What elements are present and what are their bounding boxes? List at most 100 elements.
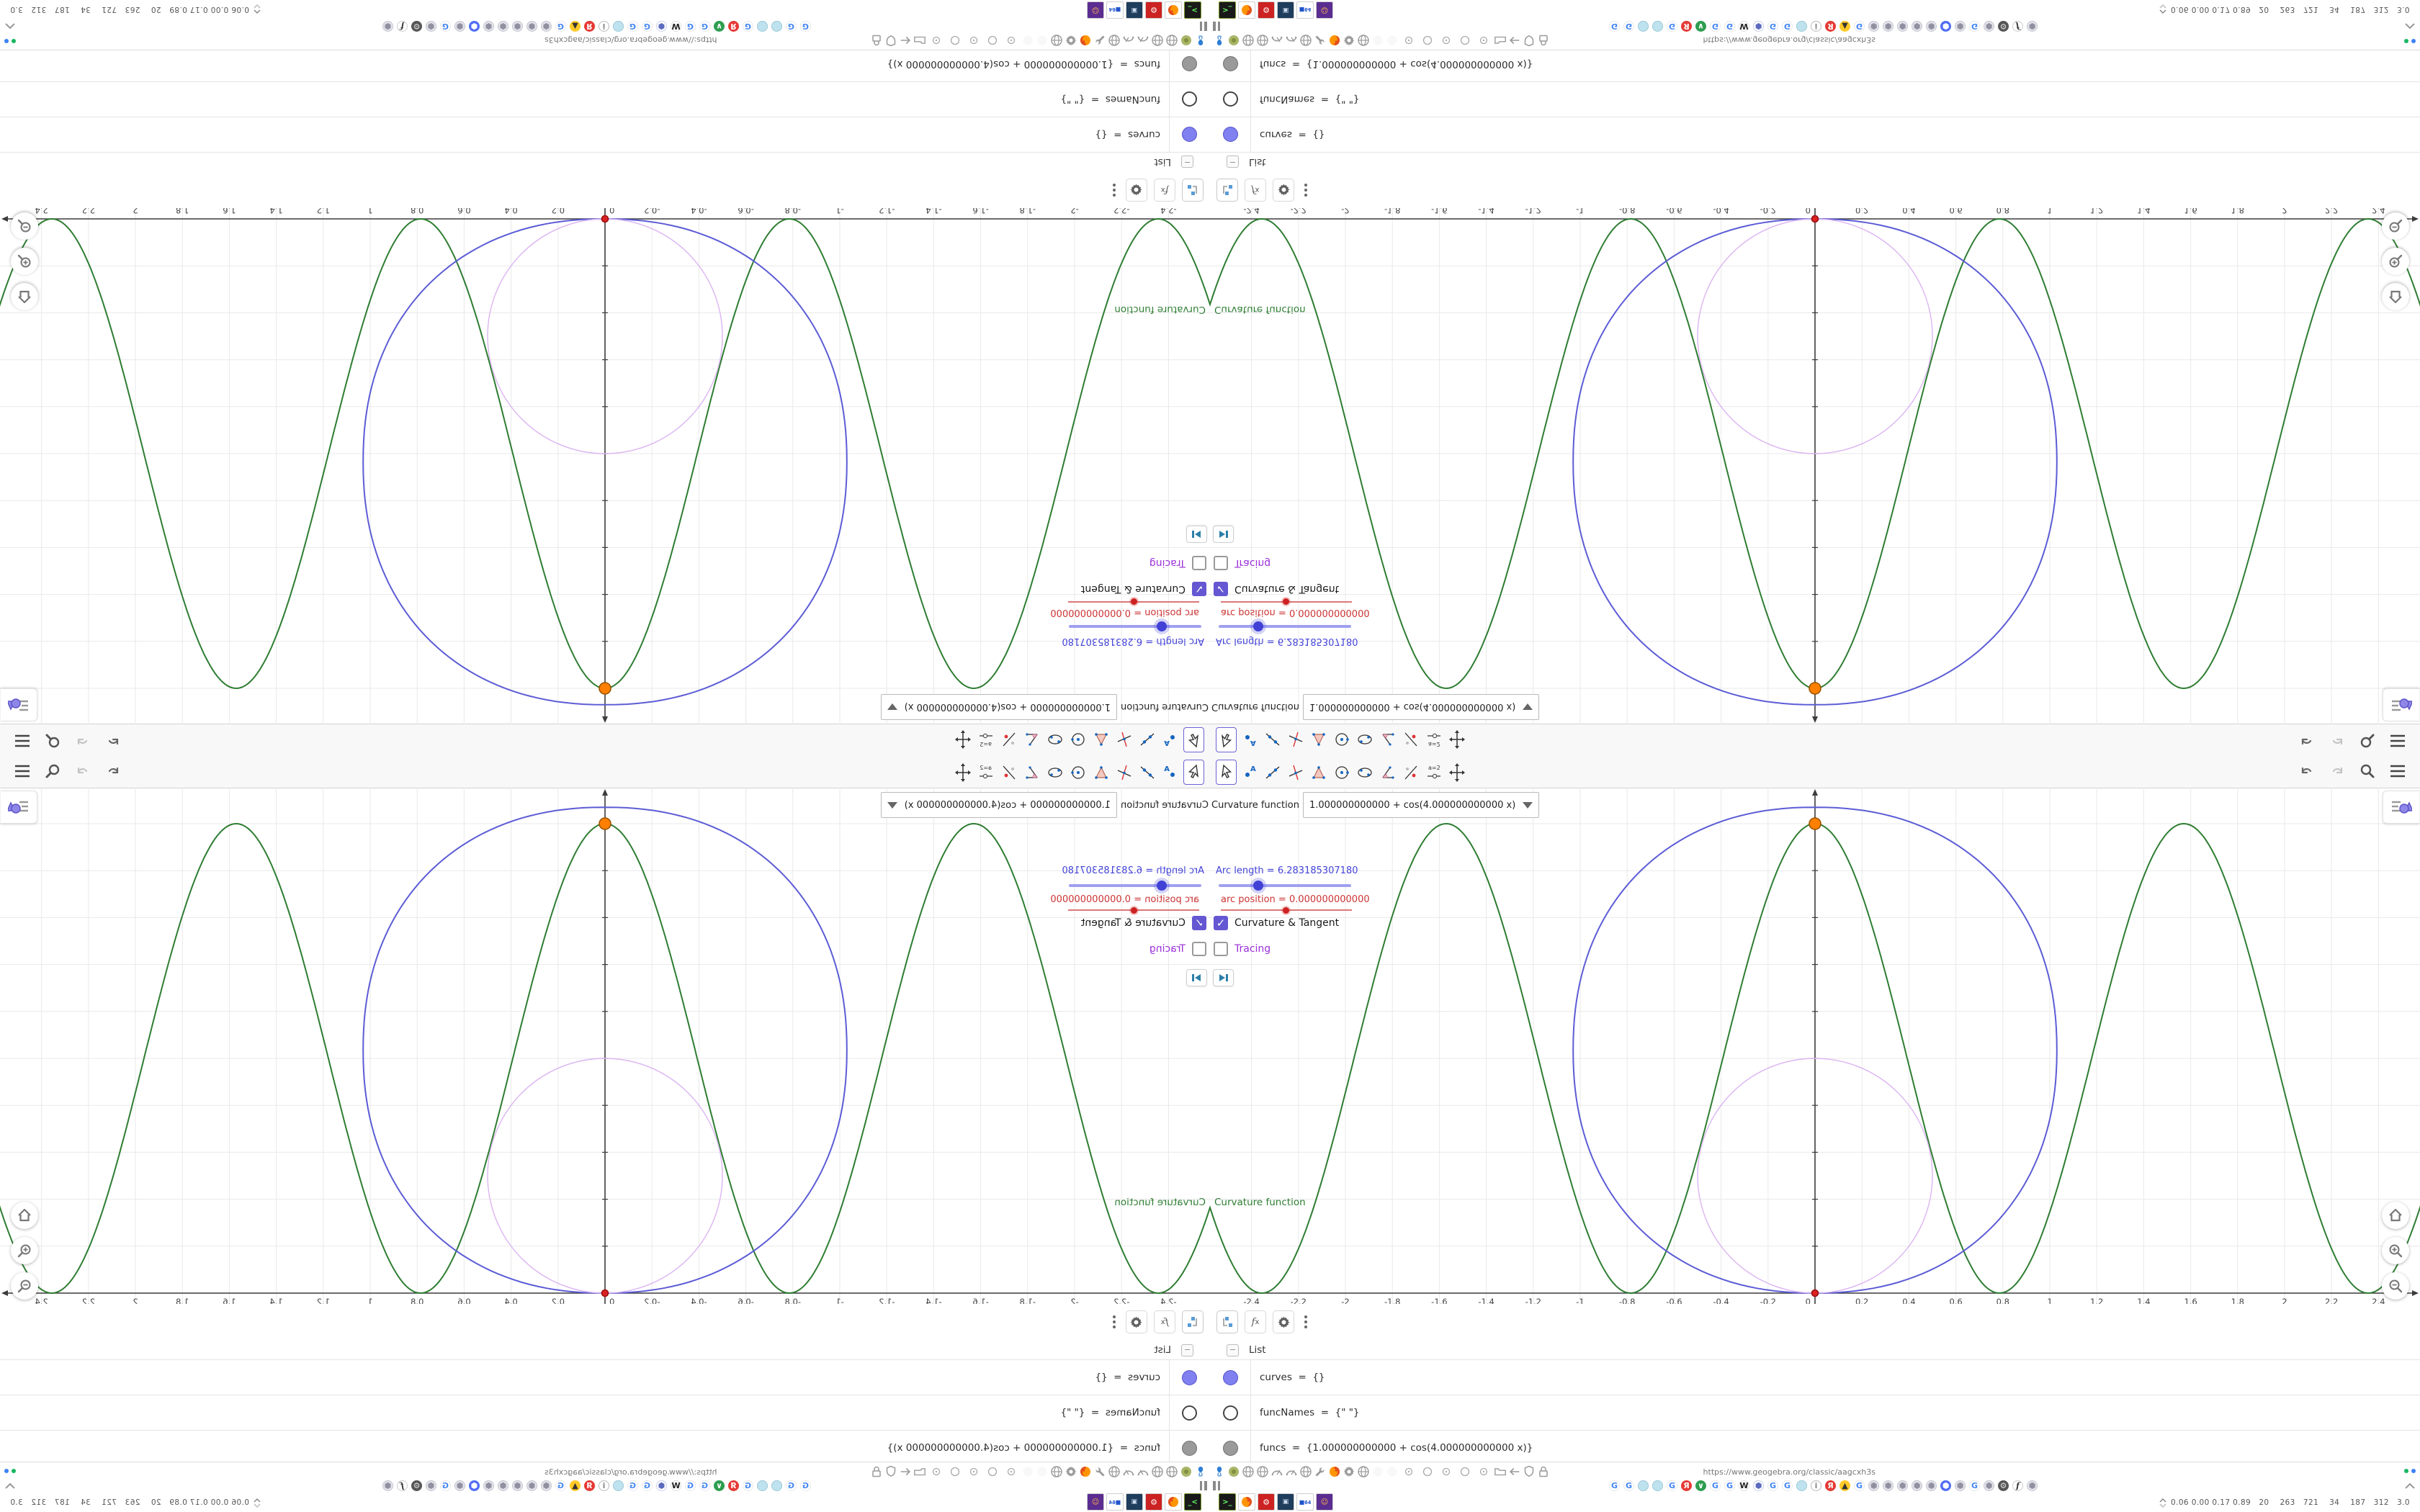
tab-favicon-yandex[interactable]: Я	[584, 21, 595, 32]
tab-favicon-sphere[interactable]	[771, 21, 782, 32]
ghost-icon[interactable]	[1036, 34, 1049, 47]
undo-button[interactable]	[2298, 762, 2316, 780]
algebra-descriptions-button[interactable]	[1182, 1310, 1204, 1333]
taskbar-app-purple-app[interactable]: ☺	[1316, 1493, 1333, 1511]
tab-favicon-ggb-gray[interactable]: ⬢	[1897, 21, 1908, 32]
move-tool[interactable]	[1216, 760, 1237, 785]
slider-knob[interactable]	[1283, 598, 1289, 605]
home-button[interactable]	[2382, 1202, 2409, 1229]
algebra-row[interactable]: funcNames = {" "}	[0, 1395, 1210, 1430]
tab-favicon-google[interactable]: G	[1724, 1480, 1735, 1491]
zoom-out-button[interactable]	[2382, 212, 2409, 240]
line-tool[interactable]	[1137, 727, 1158, 752]
taskbar-app-purple-app[interactable]: ☺	[1316, 1, 1333, 19]
folder-icon[interactable]	[913, 34, 926, 47]
tab-favicon-yandex[interactable]: Я	[1681, 1480, 1692, 1491]
move-tool[interactable]	[1183, 727, 1204, 752]
globe-icon[interactable]	[1108, 34, 1121, 47]
zoom-in-button[interactable]	[2382, 1237, 2409, 1264]
globe-icon[interactable]	[1108, 1465, 1121, 1478]
dot-circle-icon[interactable]	[967, 34, 980, 47]
tab-favicon-green-check[interactable]: ∨	[714, 21, 725, 32]
function-tools-button[interactable]: fx	[1154, 179, 1175, 202]
tab-favicon-google[interactable]: G	[440, 1480, 451, 1491]
search-icon[interactable]	[2358, 732, 2377, 750]
tab-favicon-photos[interactable]: ▲	[570, 21, 581, 32]
tab-favicon-ggb-gray[interactable]: ⬢	[1912, 1480, 1922, 1491]
home-button[interactable]	[2382, 283, 2409, 310]
tab-favicon-ggb-gray[interactable]: ⬢	[2027, 21, 2038, 32]
reflect-tool[interactable]	[1400, 760, 1421, 785]
tab-favicon-google[interactable]: G	[800, 1480, 811, 1491]
slider-knob[interactable]	[1253, 881, 1263, 891]
ghost-icon[interactable]	[1021, 1465, 1034, 1478]
lock-icon[interactable]	[870, 34, 883, 47]
globe-icon[interactable]	[1050, 34, 1063, 47]
arc-length-slider[interactable]	[1219, 881, 1351, 891]
function-dropdown[interactable]: 1.000000000000 + cos(4.000000000000 x)	[1302, 694, 1540, 720]
tab-favicon-ggb-gray[interactable]: ⬢	[1883, 1480, 1894, 1491]
tab-favicon-sphere[interactable]	[1796, 21, 1807, 32]
pause-icon[interactable]	[1213, 22, 1220, 31]
shield-icon[interactable]	[1523, 1465, 1536, 1478]
tab-favicon-ggb-gray[interactable]: ⬢	[1955, 21, 1966, 32]
tab-favicon-green-check[interactable]: ∨	[714, 1480, 725, 1491]
curvature-tangent-checkbox[interactable]: ✓	[1214, 916, 1228, 930]
wrench-icon[interactable]	[1093, 34, 1106, 47]
balloon-icon[interactable]	[1194, 1465, 1207, 1478]
tab-favicon-ggb-gray[interactable]: ⬢	[512, 21, 523, 32]
tab-favicon-gear-dark[interactable]: ⚙	[411, 1480, 422, 1491]
tab-favicon-ggb-gray[interactable]: ⬢	[526, 1480, 537, 1491]
address-bar-url[interactable]: https://www.geogebra.org/classic/aagcxh3…	[1703, 1467, 1876, 1477]
slider-knob[interactable]	[1283, 907, 1289, 914]
tab-favicon-google[interactable]: G	[1969, 21, 1980, 32]
tab-favicon-ggb-gray[interactable]: ⬢	[1883, 21, 1894, 32]
home-button[interactable]	[11, 1202, 38, 1229]
address-bar-url[interactable]: https://www.geogebra.org/classic/aagcxh3…	[1703, 35, 1876, 45]
tab-favicon-google[interactable]: G	[627, 1480, 638, 1491]
tab-favicon-google[interactable]: G	[1710, 21, 1721, 32]
polygon-tool[interactable]	[1091, 760, 1112, 785]
circle-icon[interactable]	[986, 34, 999, 47]
target-icon[interactable]	[1180, 34, 1193, 47]
visibility-marble[interactable]	[1182, 1369, 1198, 1385]
algebra-row[interactable]: funcs = {1.000000000000 + cos(4.00000000…	[0, 46, 1210, 82]
arrow-left-icon[interactable]	[899, 34, 912, 47]
tab-favicon-function-f[interactable]: f	[397, 1480, 408, 1491]
graph-point[interactable]	[601, 215, 609, 223]
tab-favicon-function-f[interactable]: f	[2012, 1480, 2023, 1491]
tab-favicon-ggb-blue-filled[interactable]: ⬢	[1940, 21, 1951, 32]
point-tool[interactable]: A	[1239, 727, 1260, 752]
tab-favicon-yandex[interactable]: Я	[728, 21, 739, 32]
visibility-marble[interactable]	[1222, 1405, 1238, 1421]
tab-favicon-ggb-gray[interactable]: ⬢	[2027, 1480, 2038, 1491]
line-tool[interactable]	[1262, 760, 1283, 785]
tab-favicon-yandex[interactable]: Я	[1825, 1480, 1836, 1491]
tab-favicon-function-f[interactable]: f	[397, 21, 408, 32]
move-tool[interactable]	[1216, 727, 1237, 752]
tab-favicon-ggb-gray[interactable]: ⬢	[1868, 1480, 1879, 1491]
tab-favicon-google[interactable]: G	[1667, 21, 1677, 32]
skip-to-end-button[interactable]	[1186, 526, 1207, 543]
taskbar-app-floppy-64[interactable]: ■64	[1296, 1493, 1314, 1511]
slider-knob[interactable]	[1131, 907, 1137, 914]
algebra-row[interactable]: curves = {}	[1210, 117, 2420, 153]
tab-favicon-sphere[interactable]	[771, 1480, 782, 1491]
graph-point[interactable]	[599, 817, 611, 830]
wrench-icon[interactable]	[1093, 1465, 1106, 1478]
undo-button[interactable]	[2298, 732, 2316, 750]
arc-position-slider[interactable]	[1221, 598, 1352, 605]
shield-icon[interactable]	[884, 34, 897, 47]
settings-gear-button[interactable]	[1273, 1310, 1294, 1333]
slider-tool[interactable]: a=2	[1423, 760, 1444, 785]
firefox-icon[interactable]	[1328, 34, 1341, 47]
slider-knob[interactable]	[1131, 598, 1137, 605]
algebra-row[interactable]: funcNames = {" "}	[1210, 1395, 2420, 1430]
point-tool[interactable]: A	[1239, 760, 1260, 785]
firefox-icon[interactable]	[1079, 1465, 1092, 1478]
balloon-icon[interactable]	[1213, 34, 1226, 47]
balloon-icon[interactable]	[1194, 34, 1207, 47]
dot-circle-icon[interactable]	[1402, 1465, 1415, 1478]
circle-icon[interactable]	[1421, 1465, 1434, 1478]
tab-favicon-google[interactable]: G	[786, 21, 797, 32]
